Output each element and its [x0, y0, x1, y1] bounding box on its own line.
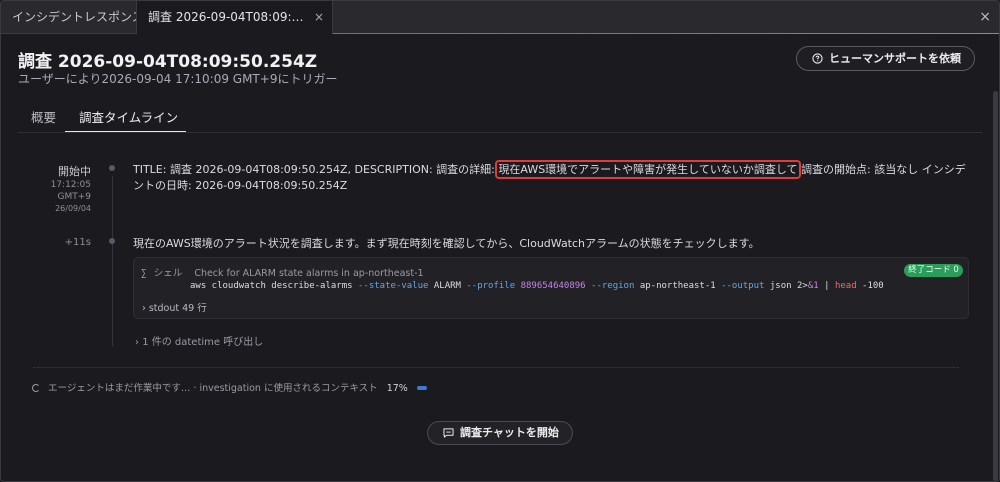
tab-bar: インシデントレスポンス 調査 2026-09-04T08:09:50.254Z …	[1, 1, 999, 34]
tab-label: インシデントレスポンス	[12, 10, 137, 24]
command-value: -100	[862, 281, 884, 291]
tab-accent-line	[333, 33, 999, 34]
entry-timezone: GMT+9	[57, 192, 91, 202]
window-close-icon[interactable]: ×	[979, 9, 991, 25]
entry-date: 26/09/04	[55, 204, 91, 213]
command-value: json	[769, 281, 792, 291]
tab-overview[interactable]: 概要	[31, 107, 56, 126]
chat-icon	[443, 428, 454, 438]
timeline-entry-description: TITLE: 調査 2026-09-04T08:09:50.254Z, DESC…	[133, 160, 975, 194]
command-flag: --output	[721, 281, 765, 291]
command-flag: --region	[591, 281, 635, 291]
tab-divider	[18, 132, 983, 133]
tab-incident-response[interactable]: インシデントレスポンス	[1, 1, 137, 34]
entry-status: 開始中	[58, 165, 91, 178]
command-head: head	[834, 281, 857, 291]
entry-time: 17:12:05	[50, 180, 91, 190]
agent-status: エージェントはまだ作業中です… · investigation に使用されるコン…	[32, 380, 427, 394]
page-subtitle: ユーザーにより2026-09-04 17:10:09 GMT+9にトリガー	[18, 72, 338, 86]
tab-label: 調査 2026-09-04T08:09:50.254Z	[148, 10, 308, 24]
command-base: aws cloudwatch describe-alarms	[190, 281, 353, 291]
datetime-calls-label: 1 件の datetime 呼び出し	[142, 337, 264, 348]
timeline-dot	[109, 238, 115, 244]
timeline-dot	[109, 165, 115, 171]
tab-investigation[interactable]: 調査 2026-09-04T08:09:50.254Z ×	[137, 1, 333, 34]
timeline-entry-message: 現在のAWS環境のアラート状況を調査します。まず現在時刻を確認してから、Clou…	[133, 237, 760, 250]
chat-question-icon	[812, 53, 823, 64]
support-button-label: ヒューマンサポートを依頼	[829, 52, 961, 65]
command-value: ALARM	[433, 281, 461, 291]
stdout-toggle[interactable]: › stdout 49 行	[142, 300, 207, 314]
shell-command-card: ∑ シェル Check for ALARM state alarms in ap…	[133, 257, 969, 319]
command-header: ∑ シェル Check for ALARM state alarms in ap…	[141, 265, 424, 279]
command-description: Check for ALARM state alarms in ap-north…	[194, 268, 424, 279]
entry-offset: +11s	[64, 237, 91, 248]
spinner-icon	[32, 384, 40, 392]
request-human-support-button[interactable]: ヒューマンサポートを依頼	[796, 46, 975, 71]
context-percentage: 17%	[386, 383, 408, 394]
page-title: 調査 2026-09-04T08:09:50.254Z	[18, 52, 318, 72]
tab-close-icon[interactable]: ×	[314, 1, 324, 34]
agent-status-text: エージェントはまだ作業中です…	[48, 383, 191, 394]
context-progress-bar	[416, 386, 427, 390]
command-flag: --profile	[466, 281, 516, 291]
highlighted-description: 現在AWS環境でアラートや障害が発生していないか調査して	[495, 160, 801, 179]
command-pipe: |	[824, 281, 830, 291]
command-redirect: &1	[807, 281, 819, 291]
start-investigation-chat-button[interactable]: 調査チャットを開始	[427, 421, 573, 445]
divider	[33, 367, 959, 368]
stdout-label: stdout 49 行	[148, 303, 207, 314]
separator-dot: ·	[193, 383, 197, 394]
timeline-line	[112, 176, 113, 346]
tab-investigation-timeline[interactable]: 調査タイムライン	[79, 107, 178, 126]
scrollbar[interactable]	[993, 91, 998, 481]
chevron-right-icon: ›	[142, 303, 146, 314]
shell-prompt-icon: ∑	[141, 268, 147, 279]
investigation-window: インシデントレスポンス 調査 2026-09-04T08:09:50.254Z …	[0, 0, 1000, 482]
shell-label: シェル	[153, 268, 183, 279]
exit-code-badge: 終了コード 0	[904, 264, 963, 277]
command-text: aws cloudwatch describe-alarms --state-v…	[190, 281, 884, 291]
datetime-calls-toggle[interactable]: › 1 件の datetime 呼び出し	[135, 333, 263, 348]
command-redirect: 2>	[796, 281, 808, 291]
description-text: TITLE: 調査 2026-09-04T08:09:50.254Z, DESC…	[133, 163, 499, 176]
context-label: investigation に使用されるコンテキスト	[199, 383, 378, 394]
command-value: 889654640896	[520, 281, 586, 291]
command-value: ap-northeast-1	[639, 281, 716, 291]
command-flag: --state-value	[357, 281, 429, 291]
chat-button-label: 調査チャットを開始	[460, 426, 559, 439]
chevron-right-icon: ›	[135, 337, 139, 348]
